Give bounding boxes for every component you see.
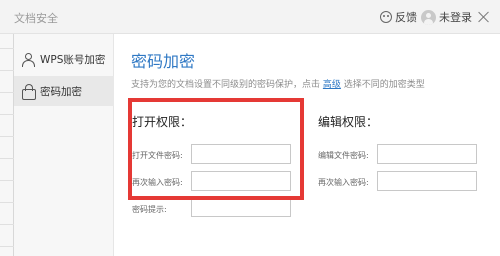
edit-permission-title: 编辑权限： <box>318 115 379 129</box>
open-password-label: 打开文件密码: <box>132 151 183 160</box>
page-title: 密码加密 <box>131 52 196 71</box>
open-permission-title: 打开权限： <box>132 115 193 129</box>
edit-confirm-label: 再次输入密码: <box>318 178 369 187</box>
avatar-icon <box>421 9 436 25</box>
login-button[interactable]: 未登录 <box>421 9 472 25</box>
description-text: 支持为您的文档设置不同级别的密码保护，点击 <box>131 80 321 90</box>
user-icon <box>22 52 35 67</box>
feedback-icon <box>380 11 392 23</box>
sidebar-item-password-encryption[interactable]: 密码加密 <box>14 76 114 106</box>
window-title: 文档安全 <box>14 12 58 25</box>
description-text-end: 选择不同的加密类型 <box>343 80 425 90</box>
open-confirm-field[interactable] <box>191 171 291 191</box>
feedback-label: 反馈 <box>395 11 417 24</box>
lock-icon <box>22 84 36 100</box>
document-security-dialog: 文档安全 反馈 未登录 WPS账号加密 密码加密 密码加密 支持为您的文档设置不… <box>0 0 500 256</box>
spreadsheet-row-strip <box>0 34 14 256</box>
edit-password-field[interactable] <box>377 144 477 164</box>
open-password-field[interactable] <box>191 144 291 164</box>
page-description: 支持为您的文档设置不同级别的密码保护，点击 高级 选择不同的加密类型 <box>131 77 425 90</box>
open-confirm-label: 再次输入密码: <box>132 178 183 187</box>
password-hint-field[interactable] <box>191 197 291 217</box>
sidebar-item-label: WPS账号加密 <box>40 53 106 66</box>
feedback-button[interactable]: 反馈 <box>380 9 417 25</box>
close-icon[interactable] <box>476 9 492 25</box>
sidebar: WPS账号加密 密码加密 <box>14 34 114 256</box>
advanced-link[interactable]: 高级 <box>323 80 341 90</box>
edit-password-label: 编辑文件密码: <box>318 151 369 160</box>
edit-confirm-field[interactable] <box>377 171 477 191</box>
sidebar-item-wps-account-encryption[interactable]: WPS账号加密 <box>14 44 114 74</box>
password-hint-label: 密码提示: <box>132 205 167 214</box>
sidebar-item-label: 密码加密 <box>40 85 82 98</box>
title-bar: 文档安全 反馈 未登录 <box>0 0 500 34</box>
login-label: 未登录 <box>439 11 472 24</box>
